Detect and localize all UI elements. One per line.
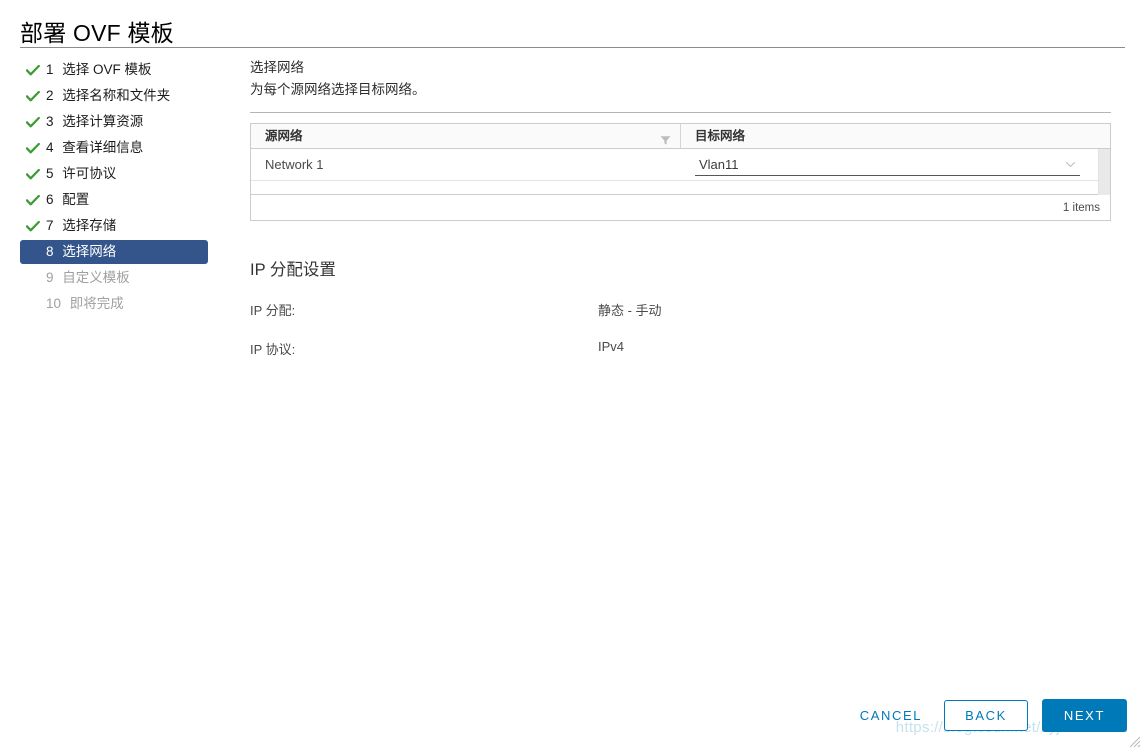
wizard-step-number: 5 — [46, 166, 54, 181]
network-mapping-table: 源网络 目标网络 Network 1 Vlan11 1 items — [250, 123, 1111, 221]
dialog-footer: CANCEL BACK NEXT — [852, 699, 1127, 732]
table-header-row: 源网络 目标网络 — [251, 124, 1110, 149]
ip-allocation-section: IP 分配设置 IP 分配: 静态 - 手动 IP 协议: IPv4 — [250, 256, 1125, 358]
filter-icon[interactable] — [660, 130, 671, 145]
wizard-step-number: 1 — [46, 62, 54, 77]
ip-protocol-label: IP 协议: — [250, 342, 296, 357]
section-subheading: 为每个源网络选择目标网络。 — [250, 82, 426, 97]
wizard-step-label: 选择名称和文件夹 — [62, 88, 171, 103]
wizard-step-number: 9 — [46, 270, 54, 285]
next-button[interactable]: NEXT — [1041, 699, 1127, 732]
back-button[interactable]: BACK — [944, 700, 1028, 731]
table-item-count: 1 items — [1062, 201, 1100, 214]
table-vertical-scrollbar[interactable] — [1098, 149, 1110, 195]
wizard-step-3[interactable]: 3 选择计算资源 — [20, 110, 238, 134]
wizard-step-number: 7 — [46, 218, 54, 233]
cell-target-network: Vlan11 — [681, 153, 1098, 176]
ip-allocation-label: IP 分配: — [250, 303, 296, 318]
wizard-step-10: 10 即将完成 — [20, 292, 238, 316]
ip-protocol-value: IPv4 — [598, 339, 625, 354]
column-header-source-network-label: 源网络 — [265, 129, 303, 143]
cancel-button[interactable]: CANCEL — [852, 702, 930, 729]
page-title: 部署 OVF 模板 — [20, 20, 174, 46]
wizard-step-label: 许可协议 — [62, 166, 117, 181]
check-icon — [26, 84, 40, 108]
check-icon — [26, 110, 40, 134]
check-icon — [26, 136, 40, 160]
wizard-step-4[interactable]: 4 查看详细信息 — [20, 136, 238, 160]
wizard-step-label: 配置 — [62, 192, 90, 207]
check-icon — [26, 58, 40, 82]
wizard-step-list: 1 选择 OVF 模板 2 选择名称和文件夹 3 选择计算资源 4 查看详细信息… — [20, 58, 238, 318]
wizard-step-5[interactable]: 5 许可协议 — [20, 162, 238, 186]
target-network-select[interactable]: Vlan11 — [695, 153, 1080, 176]
resize-grip-icon[interactable] — [1129, 735, 1141, 748]
wizard-step-number: 3 — [46, 114, 54, 129]
wizard-step-8-selected[interactable]: 8 选择网络 — [20, 240, 208, 264]
column-header-target-network-label: 目标网络 — [695, 129, 746, 143]
wizard-step-1[interactable]: 1 选择 OVF 模板 — [20, 58, 238, 82]
content-divider — [250, 112, 1111, 113]
table-empty-row — [251, 181, 1098, 195]
wizard-step-label: 选择 OVF 模板 — [62, 62, 152, 77]
wizard-step-label: 查看详细信息 — [62, 140, 144, 155]
check-icon — [26, 162, 40, 186]
check-icon — [26, 214, 40, 238]
table-row[interactable]: Network 1 Vlan11 — [251, 149, 1098, 181]
section-heading: 选择网络 — [250, 60, 304, 75]
table-body: Network 1 Vlan11 — [251, 149, 1098, 195]
wizard-step-label: 选择存储 — [62, 218, 117, 233]
wizard-step-number: 2 — [46, 88, 54, 103]
wizard-step-number: 10 — [46, 296, 62, 311]
title-divider — [20, 47, 1125, 48]
wizard-step-9: 9 自定义模板 — [20, 266, 238, 290]
wizard-step-2[interactable]: 2 选择名称和文件夹 — [20, 84, 238, 108]
table-footer: 1 items — [251, 195, 1110, 220]
wizard-step-number: 4 — [46, 140, 54, 155]
ip-protocol-row: IP 协议: IPv4 — [250, 339, 1125, 358]
content-pane: 选择网络 为每个源网络选择目标网络。 源网络 目标网络 Network 1 Vl… — [250, 58, 1125, 358]
cell-source-network: Network 1 — [265, 157, 324, 172]
ip-allocation-title: IP 分配设置 — [250, 261, 336, 279]
wizard-step-7[interactable]: 7 选择存储 — [20, 214, 238, 238]
chevron-down-icon — [1065, 158, 1076, 169]
check-icon — [26, 188, 40, 212]
wizard-step-label: 自定义模板 — [62, 270, 130, 285]
column-header-source-network[interactable]: 源网络 — [251, 124, 681, 148]
wizard-step-label: 选择网络 — [62, 244, 117, 259]
ip-allocation-row: IP 分配: 静态 - 手动 — [250, 300, 1125, 319]
wizard-step-number: 8 — [46, 244, 54, 259]
table-body-wrapper: Network 1 Vlan11 — [251, 149, 1110, 195]
wizard-step-label: 即将完成 — [69, 296, 124, 311]
ip-allocation-value: 静态 - 手动 — [598, 303, 662, 318]
wizard-step-label: 选择计算资源 — [62, 114, 144, 129]
wizard-step-6[interactable]: 6 配置 — [20, 188, 238, 212]
target-network-select-value: Vlan11 — [699, 156, 739, 172]
column-header-target-network[interactable]: 目标网络 — [681, 124, 1110, 148]
wizard-step-number: 6 — [46, 192, 54, 207]
